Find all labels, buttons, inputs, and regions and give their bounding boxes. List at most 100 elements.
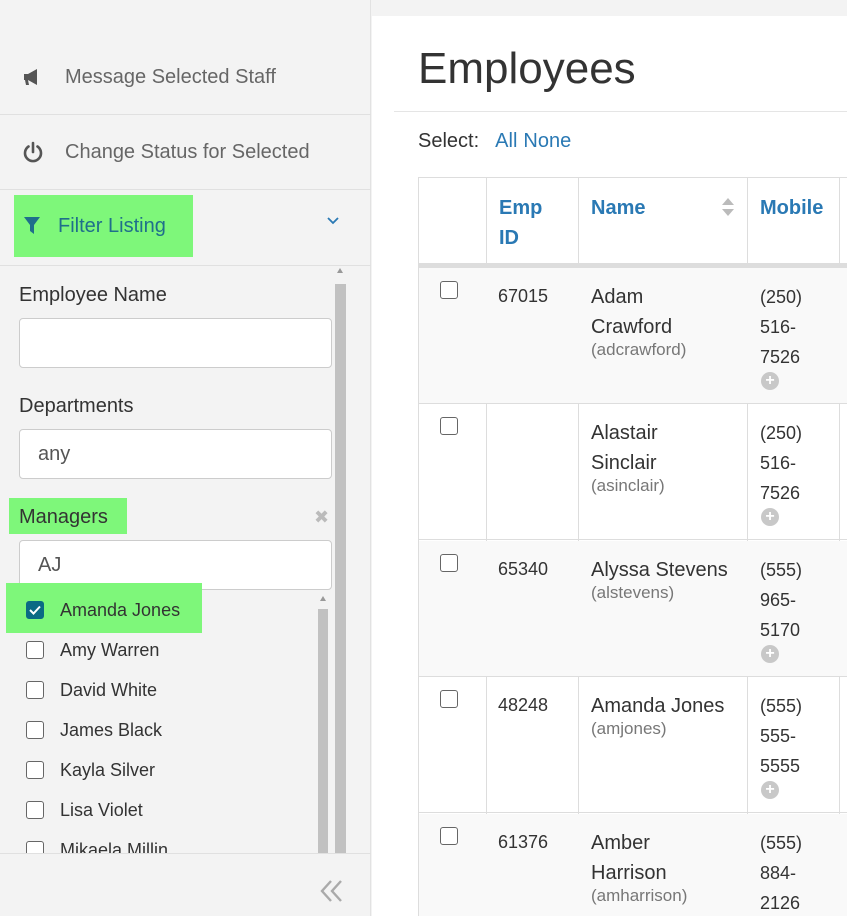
name-cell: Amber Harrison (amharrison) (591, 828, 746, 908)
departments-select[interactable]: any (19, 429, 332, 479)
checkbox[interactable] (26, 841, 44, 853)
change-status-button[interactable]: Change Status for Selected (0, 115, 371, 190)
checkbox[interactable] (26, 761, 44, 779)
mobile-part: 7526 (760, 483, 801, 503)
employee-name-label: Employee Name (19, 284, 167, 306)
megaphone-icon (20, 64, 46, 90)
name-cell: Alyssa Stevens (alstevens) (591, 555, 746, 605)
mobile-part: (555) (760, 696, 803, 716)
manager-option[interactable]: Lisa Violet (26, 798, 143, 822)
mobile-cell: (555) 555- 5555 (760, 691, 820, 781)
divider (394, 111, 847, 112)
table-row: 61376 Amber Harrison (amharrison) (555) … (419, 814, 847, 916)
filter-listing-header[interactable]: Filter Listing (0, 190, 371, 266)
mobile-cell: (555) 884- 2126 (760, 828, 820, 916)
mobile-cell: (250) 516- 7526 (760, 282, 820, 372)
filter-icon (24, 217, 40, 235)
employee-name[interactable]: Harrison (591, 862, 667, 884)
scrollbar-thumb[interactable] (318, 609, 328, 853)
mobile-part: 5555 (760, 756, 801, 776)
power-icon (20, 139, 46, 165)
row-checkbox[interactable] (440, 417, 458, 435)
close-icon[interactable]: ✖ (314, 508, 329, 526)
filter-panel: Employee Name Departments any Managers ✖… (0, 266, 346, 853)
name-cell: Amanda Jones (amjones) (591, 691, 746, 741)
employee-name[interactable]: Amber (591, 832, 650, 854)
managers-list-scrollbar[interactable] (317, 596, 329, 853)
employee-name[interactable]: Crawford (591, 316, 672, 338)
name-cell: Alastair Sinclair (asinclair) (591, 418, 746, 498)
manager-option-label: Kayla Silver (60, 759, 156, 780)
plus-circle-icon[interactable]: + (761, 372, 779, 390)
change-status-label: Change Status for Selected (65, 140, 310, 163)
double-chevron-left-icon[interactable] (318, 878, 346, 908)
emp-id-cell: 65340 (498, 559, 549, 579)
select-label: Select: (418, 130, 480, 152)
checkbox[interactable] (26, 721, 44, 739)
message-selected-staff-button[interactable]: Message Selected Staff (0, 40, 371, 115)
manager-option-label: Amanda Jones (60, 599, 181, 620)
sidebar: Message Selected Staff Change Status for… (0, 0, 371, 916)
manager-option-label: David White (60, 679, 158, 700)
row-checkbox[interactable] (440, 554, 458, 572)
employee-name[interactable]: Amanda Jones (591, 695, 724, 717)
message-selected-staff-label: Message Selected Staff (65, 65, 276, 88)
filter-listing-label: Filter Listing (58, 214, 166, 237)
checkbox[interactable] (26, 681, 44, 699)
table-row: 65340 Alyssa Stevens (alstevens) (555) 9… (419, 541, 847, 677)
select-row: Select: All None (418, 130, 577, 153)
filter-panel-scrollbar[interactable] (334, 268, 347, 853)
plus-circle-icon[interactable]: + (761, 645, 779, 663)
employee-name[interactable]: Alyssa Stevens (591, 559, 728, 581)
column-header-name-label: Name (591, 197, 646, 219)
divider (0, 853, 371, 854)
checkbox[interactable] (26, 641, 44, 659)
scroll-up-arrow-icon[interactable] (337, 268, 343, 273)
managers-label: Managers (19, 506, 108, 528)
checkbox-checked[interactable] (26, 601, 44, 619)
page-title: Employees (418, 44, 636, 93)
manager-option[interactable]: James Black (26, 718, 162, 742)
checkbox[interactable] (26, 801, 44, 819)
manager-option[interactable]: David White (26, 678, 157, 702)
plus-circle-icon[interactable]: + (761, 508, 779, 526)
table-row: Alastair Sinclair (asinclair) (250) 516-… (419, 404, 847, 540)
scrollbar-thumb[interactable] (335, 284, 346, 853)
manager-option[interactable]: Mikaela Millin (26, 838, 168, 853)
manager-option[interactable]: Amy Warren (26, 638, 159, 662)
employee-username: (amharrison) (591, 886, 688, 905)
filter-listing-toggle[interactable]: Filter Listing (14, 195, 193, 257)
plus-circle-icon[interactable]: + (761, 781, 779, 799)
chevron-down-icon[interactable] (326, 216, 344, 230)
row-checkbox[interactable] (440, 827, 458, 845)
employee-name-input[interactable] (19, 318, 332, 368)
manager-option-label: Amy Warren (60, 639, 160, 660)
employee-name[interactable]: Alastair (591, 422, 658, 444)
row-checkbox[interactable] (440, 281, 458, 299)
table-row: 67015 Adam Crawford (adcrawford) (250) 5… (419, 268, 847, 404)
mobile-part: 965- (760, 590, 797, 610)
manager-option[interactable]: Kayla Silver (26, 758, 155, 782)
employee-name[interactable]: Adam (591, 286, 643, 308)
manager-option-label: James Black (60, 719, 163, 740)
managers-list: Amanda Jones Amy Warren David White Jame… (0, 590, 316, 853)
scroll-up-arrow-icon[interactable] (320, 596, 326, 601)
column-header-emp-id-line2: ID (499, 227, 519, 249)
select-none-link[interactable]: None (523, 130, 571, 153)
employee-name[interactable]: Sinclair (591, 452, 657, 474)
mobile-part: 5170 (760, 620, 801, 640)
mobile-part: (555) (760, 833, 803, 853)
table-row: 48248 Amanda Jones (amjones) (555) 555- … (419, 677, 847, 813)
manager-option[interactable]: Amanda Jones (26, 598, 180, 622)
name-cell: Adam Crawford (adcrawford) (591, 282, 746, 362)
employees-table: Emp ID Name Mobile 67015 Adam Crawford (… (418, 177, 847, 916)
manager-option-label: Lisa Violet (60, 799, 143, 820)
mobile-part: 7526 (760, 347, 801, 367)
employee-username: (amjones) (591, 719, 667, 738)
column-header-emp-id-line1: Emp (499, 197, 543, 219)
sort-icon[interactable] (721, 197, 735, 222)
row-checkbox[interactable] (440, 690, 458, 708)
select-all-link[interactable]: All (495, 130, 517, 153)
mobile-part: 2126 (760, 893, 801, 913)
employee-username: (asinclair) (591, 476, 665, 495)
